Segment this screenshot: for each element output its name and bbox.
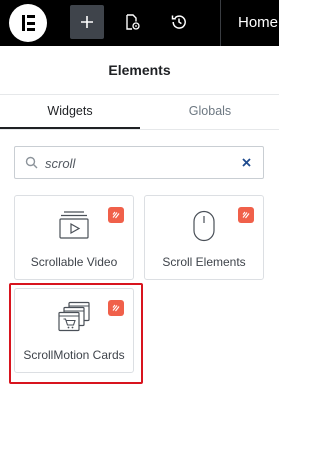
page-settings-button[interactable] [115,5,149,39]
widget-label: Scrollable Video [30,255,118,269]
tab-widgets[interactable]: Widgets [0,95,140,129]
stacked-cards-cart-icon [58,301,90,332]
page-name-label[interactable]: Home [238,14,278,31]
video-player-icon [59,211,89,239]
widget-label: Scroll Elements [162,255,246,269]
widget-card-scrollable-video[interactable]: Scrollable Video [14,195,134,280]
add-element-button[interactable] [70,5,104,39]
plus-icon [81,16,93,28]
divider [0,129,279,130]
history-button[interactable] [162,5,196,39]
tab-globals[interactable]: Globals [140,95,280,129]
widget-label: ScrollMotion Cards [23,348,125,362]
page-settings-icon [126,14,140,30]
widget-card-scroll-elements[interactable]: Scroll Elements [144,195,264,280]
pro-badge-icon [238,207,254,223]
search-box [14,146,264,179]
elementor-logo-icon[interactable] [9,4,47,42]
mouse-icon [193,210,215,242]
widget-card-scrollmotion-cards[interactable]: ScrollMotion Cards [14,288,134,373]
pro-badge-icon [108,207,124,223]
top-toolbar: Home [0,0,279,46]
history-icon [171,15,186,29]
panel-title: Elements [108,62,171,78]
toolbar-divider [220,0,221,46]
search-input[interactable] [45,153,235,173]
search-icon [25,156,38,169]
pro-badge-icon [108,300,124,316]
close-icon[interactable] [240,156,253,169]
